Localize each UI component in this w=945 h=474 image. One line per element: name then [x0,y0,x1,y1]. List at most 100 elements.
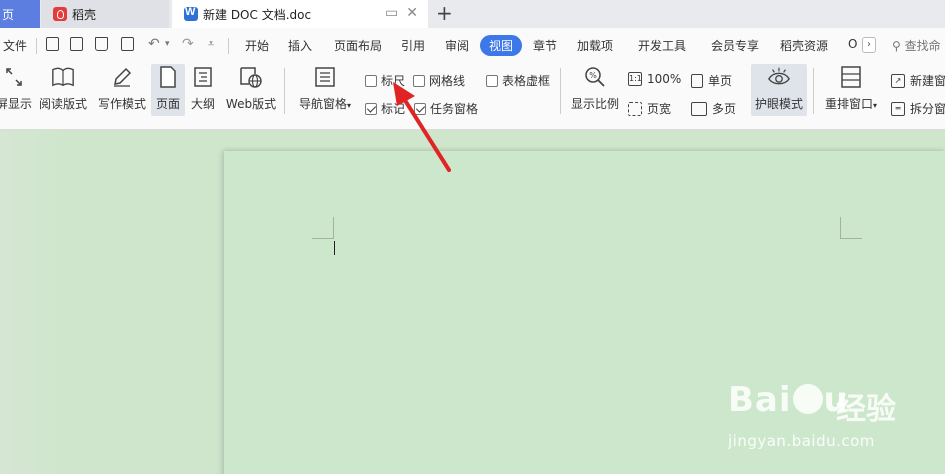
menu-overflow-label[interactable]: O [848,37,857,51]
menu-file[interactable]: 文件 [3,37,27,54]
table-gridlines-label: 表格虚框 [502,74,551,88]
close-tab-icon[interactable]: ✕ [406,6,418,20]
search-icon: ⚲ [892,39,901,53]
menu-addins[interactable]: 加载项 [577,37,613,54]
outline-icon [191,64,215,89]
rearrange-window-button[interactable]: 重排窗口▾ [820,64,882,116]
ribbon: 文件 ↶ ▾ ↷ ⩡ 开始 插入 页面布局 引用 审阅 视图 章节 加载项 开发… [0,28,945,130]
fullscreen-button[interactable]: 屏显示 [0,64,32,116]
split-window-label: 拆分窗 [910,102,945,116]
zoom-100-button[interactable]: 1:1 100% [628,72,681,86]
divider [284,68,285,114]
read-mode-button[interactable]: 阅读版式 [37,64,89,116]
annotation-arrow [393,82,451,172]
tab-bar: 页 稻壳 新建 DOC 文档.doc ▭ ✕ + [0,0,945,28]
divider [36,38,37,54]
writer-doc-icon [184,6,198,21]
table-gridlines-checkbox-box[interactable] [486,74,498,87]
watermark-url: jingyan.baidu.com [728,432,875,450]
watermark-jingyan: 经验 [836,392,896,427]
single-page-icon [691,73,703,88]
pen-icon [110,64,134,89]
fullscreen-icon [2,64,26,89]
nav-pane-button[interactable]: 导航窗格▾ [294,64,356,116]
text-cursor [334,241,335,255]
table-gridlines-checkbox[interactable]: 表格虚框 [486,72,550,89]
tab-home[interactable]: 页 [0,0,40,28]
baidu-logo-icon: Bai u [728,380,849,420]
undo-dropdown-icon[interactable]: ▾ [165,37,170,51]
menu-page-layout[interactable]: 页面布局 [334,37,382,54]
split-window-icon: ═ [891,101,905,116]
menu-chapter[interactable]: 章节 [533,37,557,54]
customize-toolbar-icon[interactable]: ⩡ [208,37,214,51]
eye-care-mode-button[interactable]: 护眼模式 [751,64,807,116]
print-icon[interactable] [95,37,108,54]
tab-daoke[interactable]: 稻壳 [41,0,169,28]
ruler-checkbox-box[interactable] [365,74,377,87]
tab-home-label: 页 [2,7,15,22]
split-window-button[interactable]: ═ 拆分窗 [891,100,945,117]
tab-document[interactable]: 新建 DOC 文档.doc ▭ ✕ [172,0,428,28]
page-view-button[interactable]: 页面 [151,64,185,116]
menu-start[interactable]: 开始 [245,37,269,54]
crop-mark-top-right [840,217,862,239]
outline-button[interactable]: 大纲 [188,64,218,116]
page-view-label: 页面 [155,97,180,111]
single-page-label: 单页 [708,74,733,88]
menu-review[interactable]: 审阅 [445,37,469,54]
fullscreen-label: 屏显示 [0,97,33,111]
page-width-button[interactable]: 页宽 [628,100,671,117]
menu-insert[interactable]: 插入 [288,37,312,54]
save-icon[interactable] [46,37,59,54]
markup-checkbox-box[interactable] [365,102,377,115]
svg-text:%: % [589,71,597,80]
divider [560,68,561,114]
menu-view[interactable]: 视图 [480,35,523,56]
rearrange-window-icon [839,64,863,89]
write-mode-label: 写作模式 [97,97,146,111]
divider [813,68,814,114]
web-layout-button[interactable]: Web版式 [223,64,279,116]
print-preview-icon[interactable] [121,37,134,54]
eye-care-mode-label: 护眼模式 [754,97,803,111]
new-window-icon: ↗ [891,73,905,88]
undo-icon[interactable]: ↶ [148,37,160,51]
new-window-label: 新建窗 [910,74,945,88]
multi-page-label: 多页 [712,102,737,116]
search-command[interactable]: ⚲ 查找命 [892,37,941,54]
zoom-button[interactable]: % 显示比例 [568,64,622,116]
menu-more-icon[interactable]: › [862,37,876,53]
multi-page-button[interactable]: 多页 [691,100,736,117]
divider [228,38,229,54]
multi-page-icon [691,101,707,116]
web-layout-label: Web版式 [225,97,277,111]
page-width-label: 页宽 [647,102,672,116]
page-width-icon [628,101,642,116]
write-mode-button[interactable]: 写作模式 [95,64,149,116]
baidu-watermark: Bai u 经验 jingyan.baidu.com [728,374,938,464]
pin-window-icon[interactable]: ▭ [385,6,398,20]
read-mode-label: 阅读版式 [38,97,87,111]
outline-label: 大纲 [190,97,215,111]
page-icon [156,64,180,89]
export-pdf-icon[interactable] [70,37,83,54]
zoom-100-label: 100% [647,72,682,86]
new-tab-button[interactable]: + [436,2,453,24]
magnifier-percent-icon: % [583,64,607,89]
crop-mark-top-left [312,217,334,239]
menu-developer[interactable]: 开发工具 [638,37,686,54]
tab-document-label: 新建 DOC 文档.doc [203,7,312,22]
menu-member[interactable]: 会员专享 [711,37,759,54]
menu-references[interactable]: 引用 [401,37,425,54]
menu-daoke-resources[interactable]: 稻壳资源 [780,37,828,54]
rearrange-window-label: 重排窗口▾ [824,97,878,111]
tab-daoke-label: 稻壳 [72,7,97,22]
single-page-button[interactable]: 单页 [691,72,732,89]
new-window-button[interactable]: ↗ 新建窗 [891,72,945,89]
menu-bar: 文件 ↶ ▾ ↷ ⩡ 开始 插入 页面布局 引用 审阅 视图 章节 加载项 开发… [0,28,945,62]
web-globe-icon [239,64,263,89]
eye-icon [767,64,791,89]
book-open-icon [51,64,75,89]
redo-icon[interactable]: ↷ [182,37,194,51]
